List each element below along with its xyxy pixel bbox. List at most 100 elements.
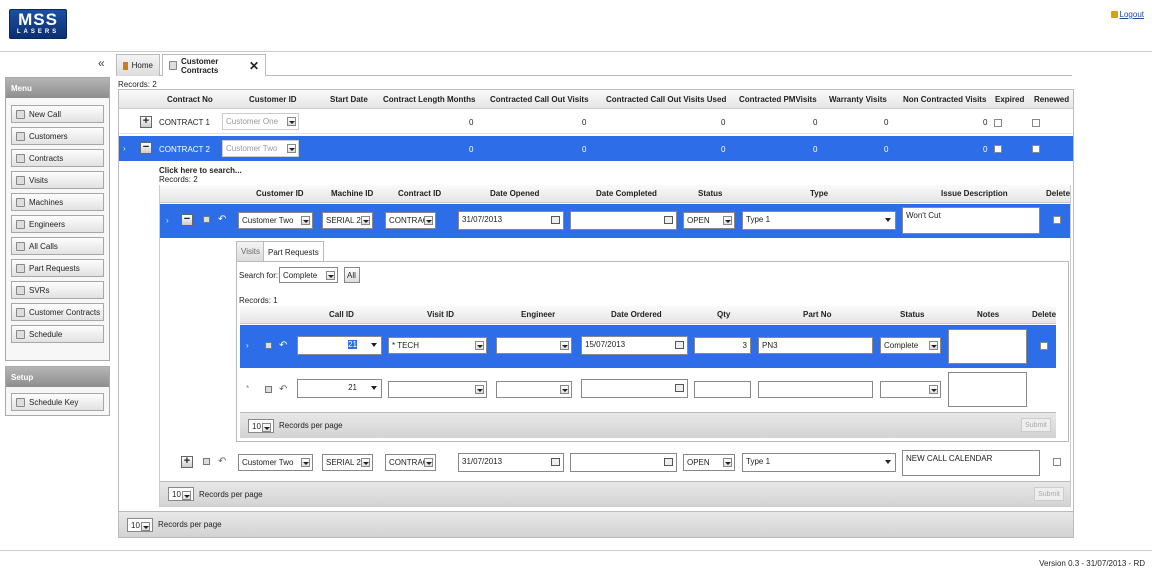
status-select[interactable]: Complete — [880, 337, 941, 354]
sidebar-item-visits[interactable]: Visits — [11, 171, 104, 189]
engineer-select[interactable] — [496, 337, 572, 354]
renewed-checkbox[interactable] — [1032, 119, 1040, 127]
contract-select[interactable]: CONTRACT 2 — [385, 212, 436, 229]
visit-id-select[interactable]: * TECH — [388, 337, 487, 354]
tab-visits[interactable]: Visits — [236, 241, 265, 261]
date-opened-input[interactable]: 31/07/2013 — [458, 211, 564, 230]
customer-select[interactable]: Customer One — [222, 113, 299, 130]
calendar-icon[interactable] — [664, 458, 673, 466]
page-size-select[interactable]: 10 — [127, 517, 153, 532]
notes-textarea[interactable] — [948, 329, 1027, 364]
callout-visits: 0 — [582, 118, 587, 127]
call-id-select[interactable]: 21 — [297, 336, 382, 355]
call-row-selected[interactable]: › − ↶ Customer Two SERIAL 2 CONTRACT 2 3… — [160, 204, 1070, 238]
date-opened-input[interactable]: 31/07/2013 — [458, 453, 564, 472]
pm-visits: 0 — [813, 145, 818, 154]
tab-part-requests[interactable]: Part Requests — [263, 241, 324, 262]
type-select[interactable]: Type 1 — [742, 453, 896, 472]
dropdown-icon — [361, 458, 370, 467]
table-row[interactable]: + CONTRACT 1 Customer One 0 0 0 0 0 0 — [119, 110, 1073, 134]
all-button[interactable]: All — [344, 267, 360, 283]
expired-checkbox[interactable] — [994, 119, 1002, 127]
sidebar-item-schedule[interactable]: Schedule — [11, 325, 104, 343]
sidebar-item-schedule-key[interactable]: Schedule Key — [11, 393, 104, 411]
calendar-icon[interactable] — [551, 458, 560, 466]
undo-icon[interactable]: ↶ — [279, 340, 287, 351]
undo-icon[interactable]: ↶ — [218, 456, 226, 467]
double-chevron-left-icon[interactable]: « — [98, 56, 105, 70]
type-select[interactable]: Type 1 — [742, 211, 896, 230]
date-ordered-input[interactable]: 15/07/2013 — [581, 336, 688, 355]
part-no-input[interactable] — [758, 381, 873, 398]
customer-select[interactable]: Customer Two — [238, 454, 313, 471]
tab-home[interactable]: Home — [116, 54, 160, 76]
engineers-icon — [16, 219, 25, 229]
customer-contracts-icon — [16, 307, 25, 317]
status-select[interactable]: OPEN — [683, 454, 735, 471]
date-completed-input[interactable] — [570, 211, 677, 230]
part-row-selected[interactable]: › ↶ 21 * TECH 15/07/2013 3 PN3 Complete — [240, 325, 1056, 368]
logo-sub: LASERS — [16, 29, 60, 35]
sidebar-item-new-call[interactable]: New Call — [11, 105, 104, 123]
sidebar-item-engineers[interactable]: Engineers — [11, 215, 104, 233]
calendar-icon[interactable] — [675, 341, 684, 349]
engineer-select[interactable] — [496, 381, 572, 398]
collapse-minus-icon[interactable]: − — [140, 142, 152, 154]
collapse-minus-icon[interactable]: − — [181, 214, 193, 226]
status-select[interactable] — [880, 381, 941, 398]
qty-input[interactable] — [694, 381, 751, 398]
qty-input[interactable]: 3 — [694, 337, 751, 354]
save-icon[interactable] — [265, 342, 272, 349]
customer-select[interactable]: Customer Two — [222, 140, 299, 157]
call-new-row[interactable]: + ↶ Customer Two SERIAL 2 CONTRACT 2 31/… — [160, 449, 1070, 478]
dropdown-icon — [475, 341, 484, 350]
date-ordered-input[interactable] — [581, 379, 688, 398]
close-icon[interactable]: ✕ — [249, 59, 259, 73]
save-icon[interactable] — [203, 216, 210, 223]
sidebar-item-contracts[interactable]: Contracts — [11, 149, 104, 167]
visit-id-select[interactable] — [388, 381, 487, 398]
search-toggle-link[interactable]: Click here to search... — [159, 166, 242, 175]
sidebar-item-customers[interactable]: Customers — [11, 127, 104, 145]
search-for-select[interactable]: Complete — [279, 267, 338, 283]
calendar-icon[interactable] — [551, 216, 560, 224]
issue-description-textarea[interactable]: Won't Cut — [902, 207, 1040, 234]
sidebar-item-part-requests[interactable]: Part Requests — [11, 259, 104, 277]
call-id-select[interactable]: 21 — [297, 379, 382, 398]
status-select[interactable]: OPEN — [683, 212, 735, 229]
sidebar-item-all-calls[interactable]: All Calls — [11, 237, 104, 255]
logout-link[interactable]: Logout — [1110, 10, 1144, 19]
delete-checkbox[interactable] — [1053, 216, 1061, 224]
page-size-select[interactable]: 10 — [248, 418, 274, 433]
expired-checkbox[interactable] — [994, 145, 1002, 153]
col-pm-visits: Contracted PMVisits — [739, 94, 817, 104]
calendar-icon[interactable] — [675, 384, 684, 392]
issue-description-textarea[interactable]: NEW CALL CALENDAR — [902, 450, 1040, 476]
renewed-checkbox[interactable] — [1032, 145, 1040, 153]
machine-select[interactable]: SERIAL 2 — [322, 212, 373, 229]
save-icon[interactable] — [203, 458, 210, 465]
delete-checkbox[interactable] — [1040, 342, 1048, 350]
expand-plus-icon[interactable]: + — [140, 116, 152, 128]
sidebar-item-svrs[interactable]: SVRs — [11, 281, 104, 299]
page-size-select[interactable]: 10 — [168, 487, 194, 501]
machine-select[interactable]: SERIAL 2 — [322, 454, 373, 471]
save-icon[interactable] — [265, 386, 272, 393]
notes-textarea[interactable] — [948, 372, 1027, 407]
delete-checkbox[interactable] — [1053, 458, 1061, 466]
tab-customer-contracts[interactable]: Customer Contracts ✕ — [162, 54, 266, 76]
part-new-row[interactable]: * ↶ 21 — [240, 369, 1056, 411]
sidebar-item-customer-contracts[interactable]: Customer Contracts — [11, 303, 104, 321]
customer-select[interactable]: Customer Two — [238, 212, 313, 229]
add-plus-icon[interactable]: + — [181, 456, 193, 468]
undo-icon[interactable]: ↶ — [279, 384, 287, 395]
part-no-input[interactable]: PN3 — [758, 337, 873, 354]
sidebar-item-machines[interactable]: Machines — [11, 193, 104, 211]
calendar-icon[interactable] — [664, 216, 673, 224]
submit-button[interactable]: Submit — [1021, 418, 1051, 432]
contract-select[interactable]: CONTRACT 2 — [385, 454, 436, 471]
date-completed-input[interactable] — [570, 453, 677, 472]
undo-icon[interactable]: ↶ — [218, 214, 226, 225]
table-row-selected[interactable]: › − CONTRACT 2 Customer Two 0 0 0 0 0 0 — [119, 136, 1073, 161]
submit-button[interactable]: Submit — [1034, 487, 1064, 501]
